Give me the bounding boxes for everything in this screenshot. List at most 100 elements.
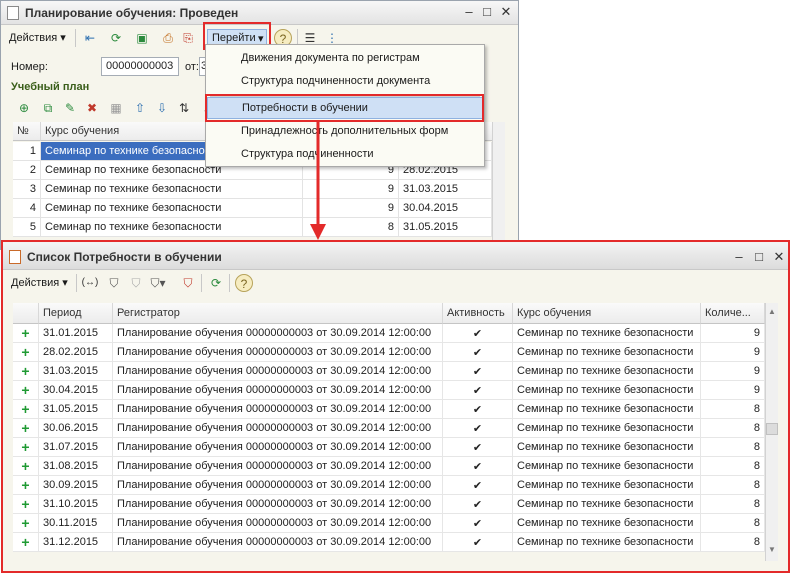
date-cell[interactable]: 30.04.2015 (399, 199, 492, 218)
scroll-up-icon[interactable]: ▲ (768, 307, 776, 316)
maximize-icon[interactable]: □ (752, 250, 766, 264)
column-header-quantity[interactable]: Количе... (701, 303, 765, 324)
table-row[interactable]: +31.07.2015 Планирование обучения 0000000… (13, 438, 765, 457)
quantity-cell: 9 (701, 324, 765, 343)
date-label: от: (185, 61, 199, 73)
table-row[interactable]: +30.04.2015 Планирование обучения 0000000… (13, 381, 765, 400)
date-cell[interactable]: 31.03.2015 (399, 180, 492, 199)
refresh-icon[interactable]: ⟳ (207, 274, 225, 292)
plus-icon: + (13, 495, 39, 514)
clear-filter-icon[interactable]: ⛉ (179, 274, 197, 292)
row-number[interactable]: 1 (13, 142, 41, 161)
registrar-cell: Планирование обучения 00000000003 от 30.… (113, 533, 443, 552)
scroll-thumb[interactable] (766, 423, 778, 435)
plus-icon: + (13, 381, 39, 400)
minimize-icon[interactable]: – (732, 250, 746, 264)
filter-list-icon[interactable]: ⛉▾ (149, 274, 167, 292)
table-row[interactable]: +30.11.2015 Планирование обучения 0000000… (13, 514, 765, 533)
list-titlebar: Список Потребности в обучении – □ ✕ (3, 242, 788, 270)
close-icon[interactable]: ✕ (772, 250, 786, 264)
plus-icon: + (13, 362, 39, 381)
row-number[interactable]: 4 (13, 199, 41, 218)
add-row-icon[interactable]: ⊕ (15, 99, 33, 117)
actions-label: Действия (11, 277, 60, 289)
filter-icon[interactable]: ⛉ (105, 274, 123, 292)
table-row[interactable]: +31.12.2015 Планирование обучения 0000000… (13, 533, 765, 552)
table-row[interactable]: +31.05.2015 Планирование обучения 0000000… (13, 400, 765, 419)
menu-item-document-structure[interactable]: Структура подчиненности документа (207, 71, 483, 93)
registrar-cell: Планирование обучения 00000000003 от 30.… (113, 362, 443, 381)
scrollbar[interactable] (492, 122, 505, 240)
actions-menu[interactable]: Действия ▾ (9, 31, 66, 44)
column-header-period[interactable]: Период (39, 303, 113, 324)
row-number[interactable]: 3 (13, 180, 41, 199)
course-cell: Семинар по технике безопасности (513, 476, 701, 495)
edit-icon[interactable]: ✎ (61, 99, 79, 117)
quantity-cell: 8 (701, 495, 765, 514)
check-icon: ✔ (443, 533, 513, 552)
post-document-icon[interactable]: ▣ (133, 29, 151, 47)
column-header-number[interactable]: № (13, 122, 41, 141)
maximize-icon[interactable]: □ (480, 5, 494, 19)
print-icon[interactable]: ⎙ (159, 29, 177, 47)
menu-item-additional-forms[interactable]: Принадлежность дополнительных форм (207, 121, 483, 143)
column-header-course[interactable]: Курс обучения (513, 303, 701, 324)
refresh-icon[interactable]: ⟳ (107, 29, 125, 47)
column-header-registrar[interactable]: Регистратор (113, 303, 443, 324)
table-row[interactable]: +31.03.2015 Планирование обучения 0000000… (13, 362, 765, 381)
move-down-icon[interactable]: ⇩ (153, 99, 171, 117)
number-label: Номер: (11, 61, 48, 73)
move-up-icon[interactable]: ⇧ (131, 99, 149, 117)
column-header-active[interactable]: Активность (443, 303, 513, 324)
menu-item-subordination-structure[interactable]: Структура подчиненности (207, 144, 483, 166)
check-icon: ✔ (443, 457, 513, 476)
actions-label: Действия (9, 32, 58, 44)
registrar-cell: Планирование обучения 00000000003 от 30.… (113, 343, 443, 362)
period-cell: 31.10.2015 (39, 495, 113, 514)
check-icon: ✔ (443, 495, 513, 514)
registrar-cell: Планирование обучения 00000000003 от 30.… (113, 438, 443, 457)
filter-off-icon[interactable]: ⛉ (127, 274, 145, 292)
quantity-cell: 8 (701, 514, 765, 533)
sort-icon[interactable]: ⇅ (175, 99, 193, 117)
table-row[interactable]: +30.09.2015 Планирование обучения 0000000… (13, 476, 765, 495)
course-cell: Семинар по технике безопасности (513, 419, 701, 438)
back-arrow-icon[interactable]: ⇤ (81, 29, 99, 47)
plus-icon: + (13, 400, 39, 419)
end-edit-icon[interactable]: ▦ (107, 99, 125, 117)
table-row[interactable]: +31.10.2015 Планирование обучения 0000000… (13, 495, 765, 514)
scrollbar[interactable]: ▲ ▼ (765, 303, 778, 561)
table-row[interactable]: +28.02.2015 Планирование обучения 0000000… (13, 343, 765, 362)
minimize-icon[interactable]: – (462, 5, 476, 19)
help-icon[interactable]: ? (235, 274, 253, 292)
course-cell[interactable]: Семинар по технике безопасности (41, 199, 303, 218)
copy-row-icon[interactable]: ⧉ (39, 99, 57, 117)
column-header-icon (13, 303, 39, 324)
cancel-posting-icon[interactable]: ⎘ (179, 29, 197, 47)
row-number[interactable]: 2 (13, 161, 41, 180)
quantity-cell: 9 (701, 362, 765, 381)
toolbar-separator (75, 29, 76, 47)
interval-icon[interactable]: (↔) (81, 274, 99, 292)
row-number[interactable]: 5 (13, 218, 41, 237)
section-title: Учебный план (11, 81, 90, 93)
quantity-cell: 8 (701, 533, 765, 552)
table-row[interactable]: +31.01.2015 Планирование обучения 0000000… (13, 324, 765, 343)
document-title: Планирование обучения: Проведен (25, 6, 239, 20)
delete-icon[interactable]: ✖ (83, 99, 101, 117)
registrar-cell: Планирование обучения 00000000003 от 30.… (113, 495, 443, 514)
table-row[interactable]: +31.08.2015 Планирование обучения 0000000… (13, 457, 765, 476)
registrar-cell: Планирование обучения 00000000003 от 30.… (113, 514, 443, 533)
table-row[interactable]: +30.06.2015 Планирование обучения 0000000… (13, 419, 765, 438)
registrar-cell: Планирование обучения 00000000003 от 30.… (113, 381, 443, 400)
check-icon: ✔ (443, 400, 513, 419)
actions-menu[interactable]: Действия ▾ (11, 276, 68, 289)
scroll-down-icon[interactable]: ▼ (768, 545, 776, 554)
number-field[interactable]: 00000000003 (101, 57, 179, 76)
close-icon[interactable]: ✕ (499, 5, 513, 19)
course-cell[interactable]: Семинар по технике безопасности (41, 180, 303, 199)
course-cell[interactable]: Семинар по технике безопасности (41, 218, 303, 237)
menu-item-register-movements[interactable]: Движения документа по регистрам (207, 48, 483, 70)
plus-icon: + (13, 457, 39, 476)
date-cell[interactable]: 31.05.2015 (399, 218, 492, 237)
